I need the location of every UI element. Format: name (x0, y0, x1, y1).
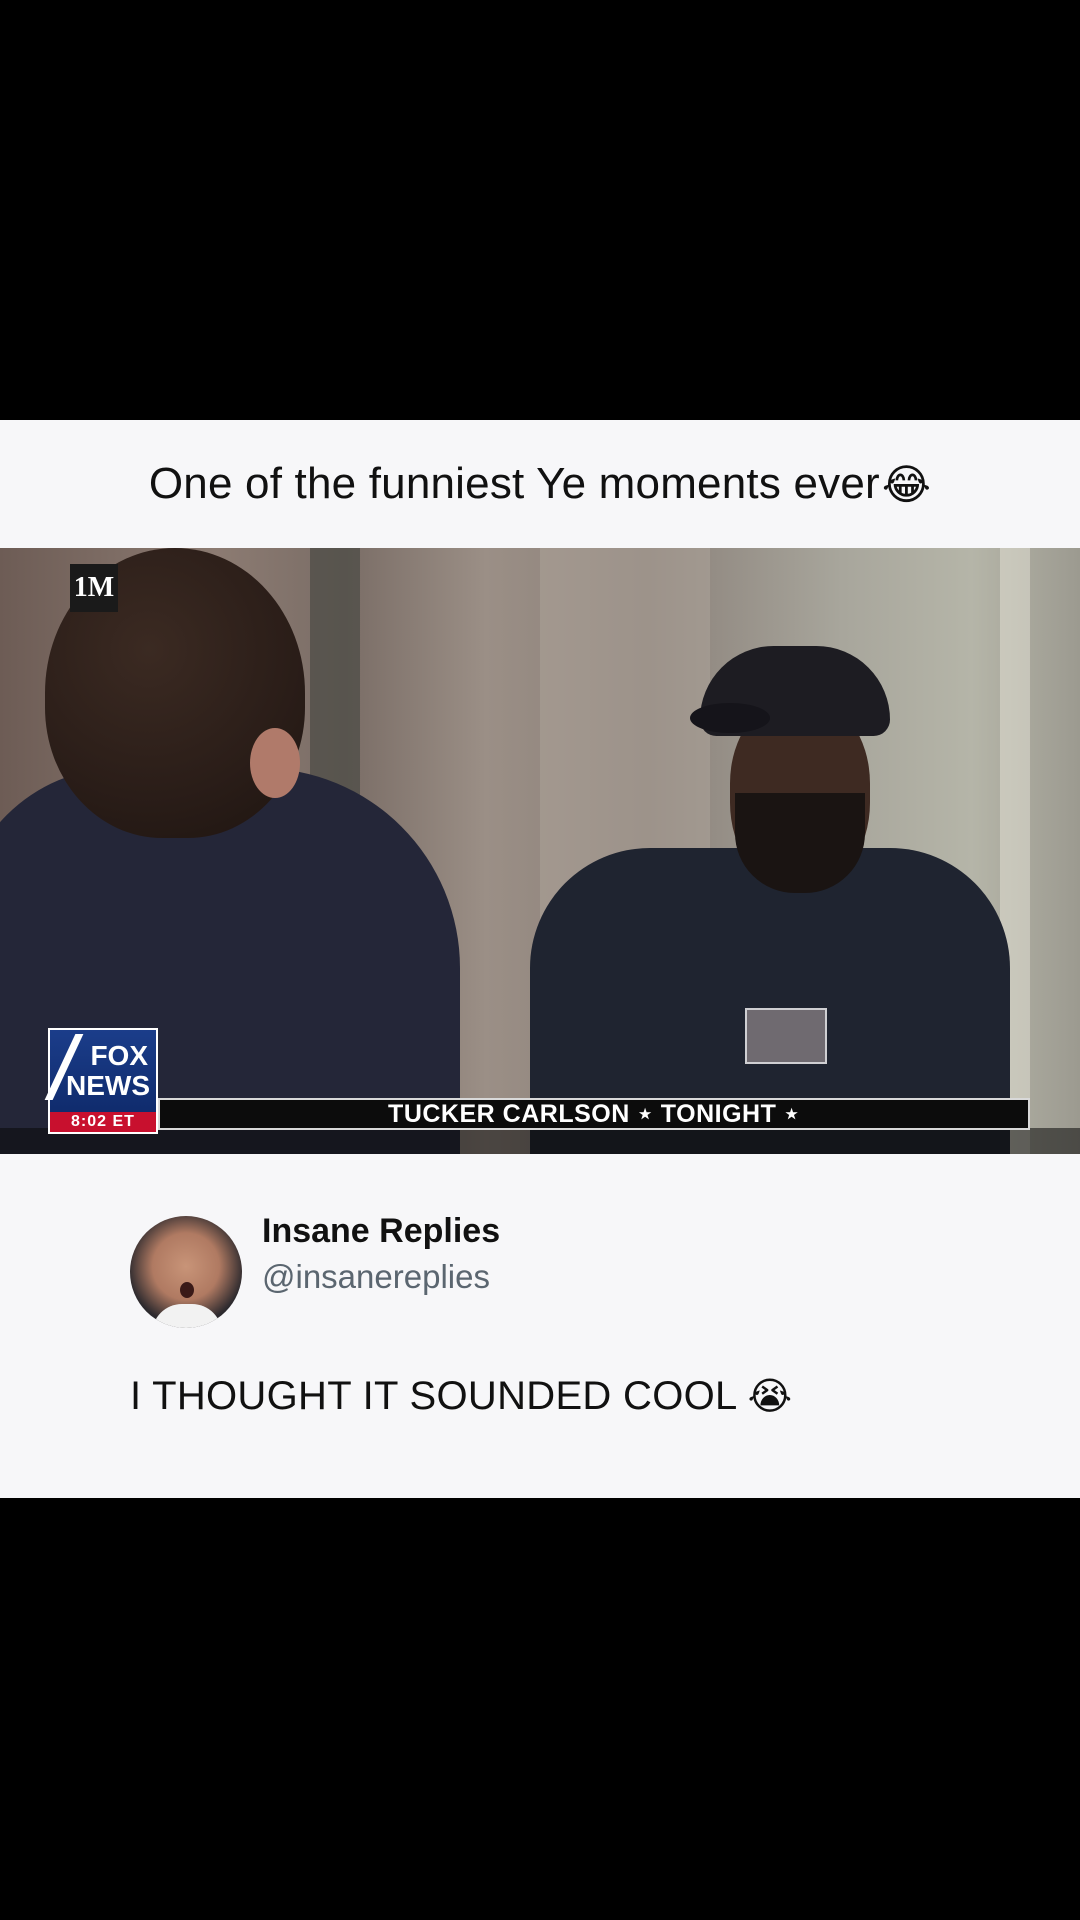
letterbox-bottom (0, 1498, 1080, 1920)
avatar-shirt (152, 1304, 222, 1328)
post-caption: One of the funniest Ye moments ever 😂 (0, 420, 1080, 548)
fox-logo-line1: FOX (90, 1040, 148, 1071)
post-card: One of the funniest Ye moments ever 😂 1M… (0, 420, 1080, 1498)
broadcast-time: 8:02 ET (50, 1112, 156, 1132)
caption-text: One of the funniest Ye moments ever (148, 459, 880, 508)
tweet-text: I THOUGHT IT SOUNDED COOL 😭 (130, 1374, 792, 1419)
tweet-text-body: I THOUGHT IT SOUNDED COOL (130, 1374, 738, 1418)
guest-badge (745, 1008, 827, 1064)
video-frame[interactable]: 1M FOX NEWS 8:02 ET TUCKER CARLSON ⋆ TON… (0, 548, 1080, 1154)
fox-logo-line2: NEWS (66, 1070, 150, 1101)
interviewer-ear (250, 728, 300, 798)
tweet-display-name[interactable]: Insane Replies (262, 1212, 500, 1251)
avatar[interactable] (130, 1216, 242, 1328)
guest-cap-brim (690, 703, 770, 733)
embedded-tweet: Insane Replies @insanereplies I THOUGHT … (0, 1154, 1080, 1498)
avatar-mouth (180, 1282, 194, 1298)
lower-third-banner: TUCKER CARLSON ⋆ TONIGHT ⋆ (158, 1098, 1030, 1130)
letterbox-top (0, 0, 1080, 420)
laughing-emoji-icon: 😂 (881, 459, 932, 509)
tweet-handle[interactable]: @insanereplies (262, 1258, 490, 1296)
lower-third-base (0, 1128, 1080, 1154)
fox-news-logo: FOX NEWS 8:02 ET (44, 1028, 158, 1134)
channel-watermark: 1M (70, 564, 118, 612)
crying-emoji-icon: 😭 (747, 1374, 793, 1418)
